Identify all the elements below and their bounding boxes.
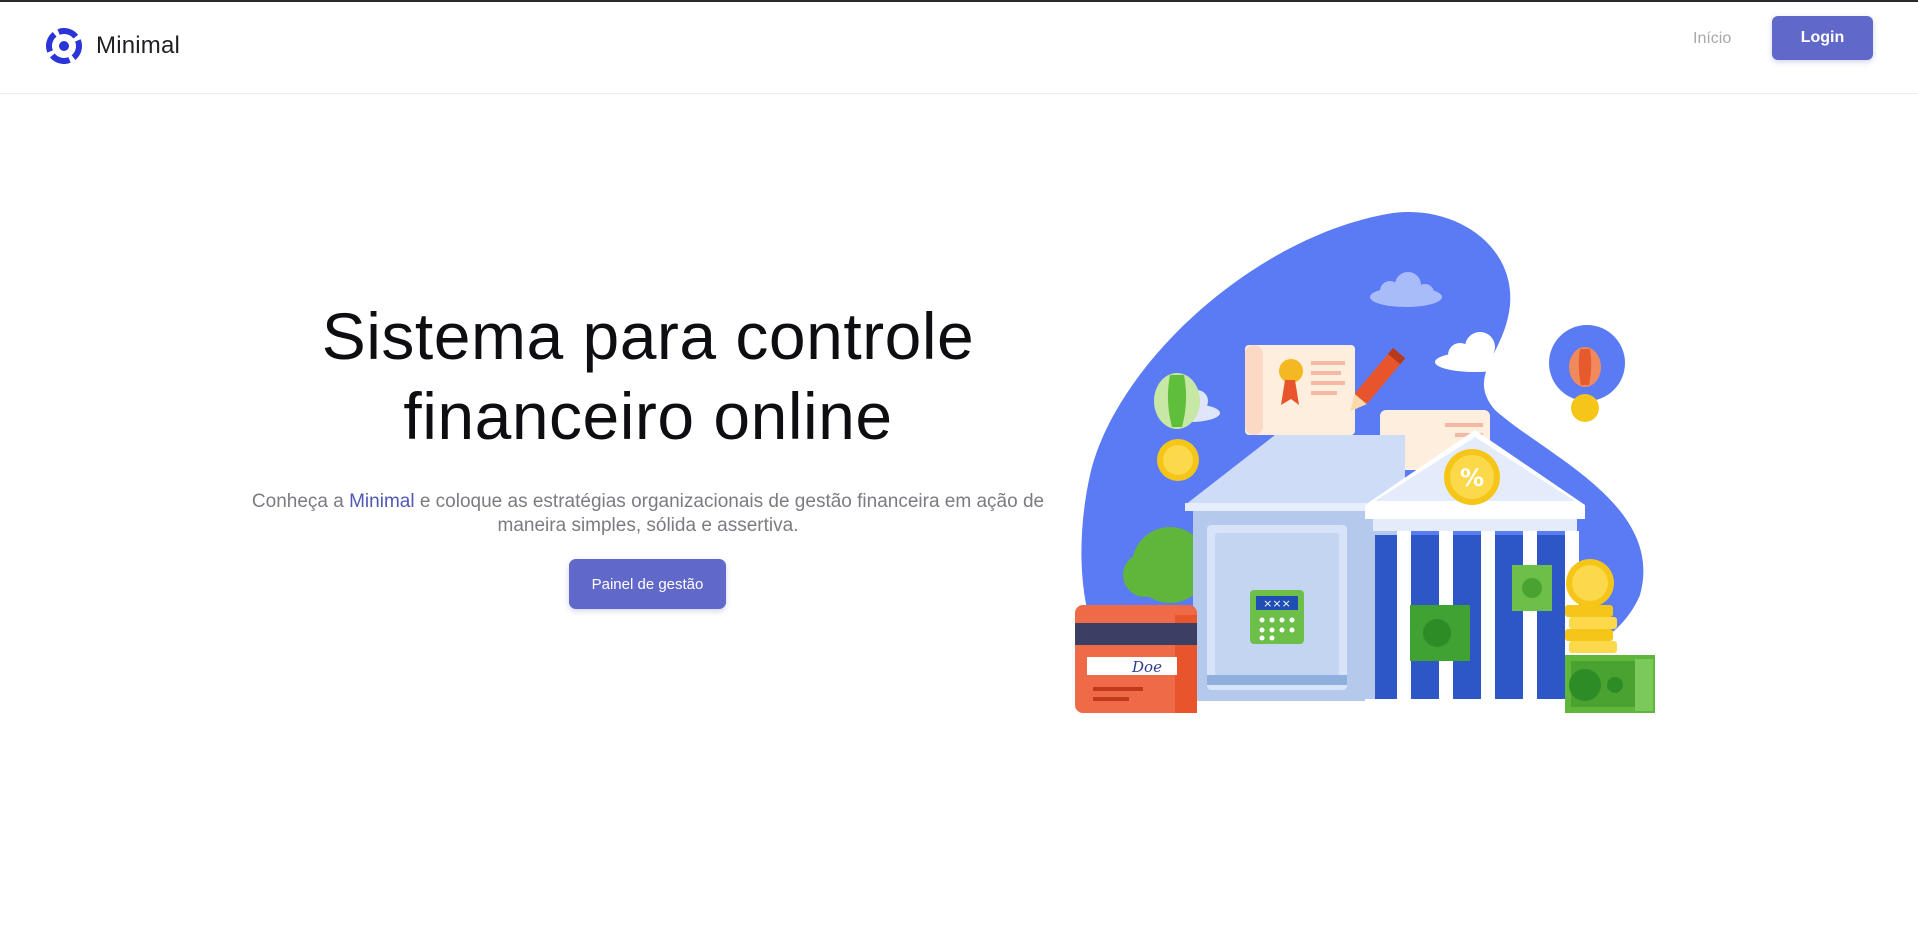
- login-button[interactable]: Login: [1772, 16, 1873, 60]
- credit-card-icon: Doe: [1075, 605, 1197, 713]
- certificate-document-icon: [1245, 345, 1355, 435]
- coin-stack-icon: [1565, 559, 1617, 653]
- nav-link-inicio[interactable]: Início: [1693, 30, 1731, 48]
- coin-symbol: %: [1460, 464, 1484, 492]
- card-signature: Doe: [1131, 658, 1162, 676]
- subtitle-brand-highlight: Minimal: [349, 491, 415, 512]
- banknote-icon: [1565, 655, 1655, 713]
- brand-logo-icon: [46, 28, 82, 64]
- painel-de-gestao-button[interactable]: Painel de gestão: [569, 559, 726, 609]
- percent-coin-icon: %: [1444, 449, 1500, 505]
- hero-title-line-2: financeiro online: [403, 379, 893, 453]
- subtitle-suffix: e coloque as estratégias organizacionais…: [414, 491, 1045, 536]
- brand[interactable]: Minimal: [46, 26, 180, 66]
- bank-finance-illustration: ××× % Doe: [1075, 211, 1655, 713]
- safe-display: ×××: [1263, 597, 1291, 610]
- hero-title-line-1: Sistema para controle: [321, 299, 975, 373]
- subtitle-prefix: Conheça a: [251, 491, 350, 512]
- hero-title: Sistema para controle financeiro online: [240, 296, 1056, 456]
- navbar: Minimal Início Login: [0, 2, 1918, 94]
- hero-subtitle: Conheça a Minimal e coloque as estratégi…: [236, 490, 1060, 538]
- brand-name: Minimal: [96, 32, 181, 59]
